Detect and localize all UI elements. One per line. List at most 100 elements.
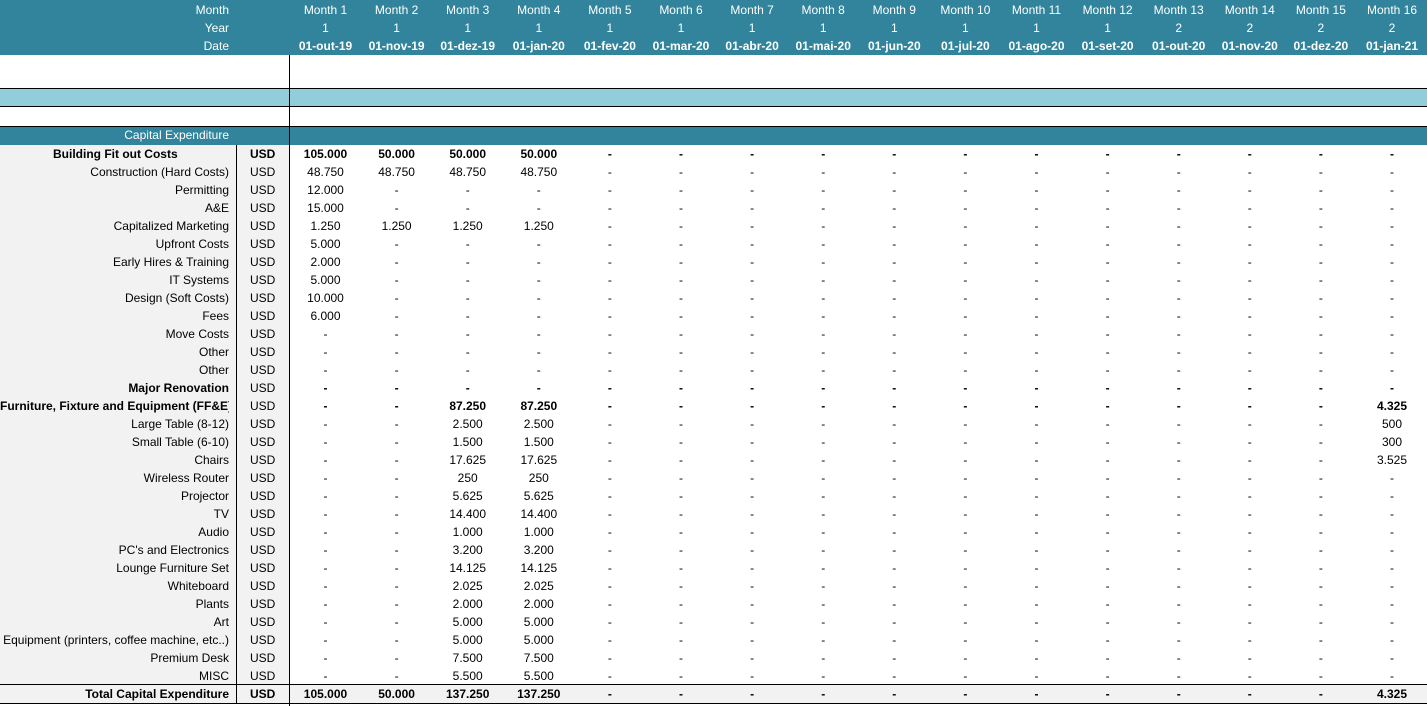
value-cell[interactable]: - bbox=[574, 289, 645, 307]
value-cell[interactable]: - bbox=[1001, 595, 1072, 613]
value-cell[interactable]: - bbox=[503, 289, 574, 307]
value-cell[interactable]: - bbox=[717, 163, 788, 181]
total-value-cell[interactable]: 50.000 bbox=[361, 685, 432, 703]
value-cell[interactable]: - bbox=[1001, 577, 1072, 595]
total-value-cell[interactable]: 137.250 bbox=[432, 685, 503, 703]
value-cell[interactable]: - bbox=[574, 613, 645, 631]
value-cell[interactable]: - bbox=[361, 541, 432, 559]
value-cell[interactable]: - bbox=[1001, 667, 1072, 685]
header-cell[interactable]: Month 1 bbox=[290, 1, 361, 19]
value-cell[interactable]: - bbox=[717, 307, 788, 325]
value-cell[interactable]: - bbox=[574, 199, 645, 217]
header-cell[interactable]: 1 bbox=[503, 19, 574, 37]
value-cell[interactable]: - bbox=[717, 469, 788, 487]
total-value-cell[interactable]: - bbox=[788, 685, 859, 703]
table-row[interactable]: Fees USD 6.000- - - - - - - - - - - - - - - bbox=[0, 307, 1427, 325]
value-cell[interactable]: - bbox=[930, 613, 1001, 631]
value-cell[interactable]: - bbox=[503, 343, 574, 361]
value-cell[interactable]: - bbox=[361, 451, 432, 469]
value-cell[interactable]: - bbox=[361, 577, 432, 595]
value-cell[interactable]: - bbox=[930, 433, 1001, 451]
value-cell[interactable]: - bbox=[503, 181, 574, 199]
value-cell[interactable]: - bbox=[1357, 523, 1427, 541]
value-cell[interactable]: 14.400 bbox=[432, 505, 503, 523]
value-cell[interactable]: - bbox=[717, 577, 788, 595]
value-cell[interactable]: - bbox=[1072, 217, 1143, 235]
value-cell[interactable]: - bbox=[1214, 199, 1285, 217]
value-cell[interactable]: - bbox=[717, 199, 788, 217]
value-cell[interactable]: - bbox=[1214, 307, 1285, 325]
header-cell[interactable]: 1 bbox=[717, 19, 788, 37]
value-cell[interactable]: - bbox=[1072, 613, 1143, 631]
table-row[interactable]: PC's and Electronics USD - -3.200 3.200- - - - -… bbox=[0, 541, 1427, 559]
value-cell[interactable]: 2.500 bbox=[503, 415, 574, 433]
value-cell[interactable]: - bbox=[788, 397, 859, 415]
value-cell[interactable]: - bbox=[930, 271, 1001, 289]
value-cell[interactable]: 5.000 bbox=[432, 613, 503, 631]
value-cell[interactable]: - bbox=[1001, 325, 1072, 343]
value-cell[interactable]: - bbox=[859, 541, 930, 559]
value-cell[interactable]: - bbox=[1143, 235, 1214, 253]
value-cell[interactable]: - bbox=[1357, 613, 1427, 631]
value-cell[interactable]: - bbox=[1001, 361, 1072, 379]
value-cell[interactable]: 3.200 bbox=[503, 541, 574, 559]
table-row[interactable]: Other USD - - - - - - - - - - - - - - - - bbox=[0, 343, 1427, 361]
value-cell[interactable]: - bbox=[290, 577, 361, 595]
value-cell[interactable]: 105.000 bbox=[290, 145, 361, 163]
value-cell[interactable]: - bbox=[788, 361, 859, 379]
value-cell[interactable]: - bbox=[1072, 577, 1143, 595]
value-cell[interactable]: - bbox=[1001, 523, 1072, 541]
value-cell[interactable]: - bbox=[290, 523, 361, 541]
value-cell[interactable]: - bbox=[574, 379, 645, 397]
table-row[interactable]: MISC USD - -5.500 5.500- - - - - - - - - - - - bbox=[0, 667, 1427, 685]
value-cell[interactable]: - bbox=[930, 451, 1001, 469]
value-cell[interactable]: - bbox=[859, 433, 930, 451]
value-cell[interactable]: - bbox=[290, 451, 361, 469]
value-cell[interactable]: - bbox=[717, 235, 788, 253]
value-cell[interactable]: - bbox=[859, 181, 930, 199]
value-cell[interactable]: - bbox=[859, 469, 930, 487]
value-cell[interactable]: 3.525 bbox=[1357, 451, 1427, 469]
value-cell[interactable]: - bbox=[503, 271, 574, 289]
value-cell[interactable]: - bbox=[1285, 559, 1356, 577]
value-cell[interactable]: - bbox=[930, 577, 1001, 595]
value-cell[interactable]: - bbox=[930, 199, 1001, 217]
total-value-cell[interactable]: - bbox=[1143, 685, 1214, 703]
value-cell[interactable]: 4.325 bbox=[1357, 397, 1427, 415]
value-cell[interactable]: - bbox=[1001, 343, 1072, 361]
value-cell[interactable]: 500 bbox=[1357, 415, 1427, 433]
value-cell[interactable]: - bbox=[1072, 649, 1143, 667]
value-cell[interactable]: - bbox=[859, 343, 930, 361]
value-cell[interactable]: - bbox=[574, 217, 645, 235]
value-cell[interactable]: - bbox=[361, 235, 432, 253]
header-cell[interactable]: 1 bbox=[361, 19, 432, 37]
value-cell[interactable]: - bbox=[1214, 397, 1285, 415]
value-cell[interactable]: - bbox=[574, 577, 645, 595]
value-cell[interactable]: - bbox=[1214, 163, 1285, 181]
value-cell[interactable]: - bbox=[1001, 307, 1072, 325]
value-cell[interactable]: 48.750 bbox=[290, 163, 361, 181]
value-cell[interactable]: - bbox=[1214, 451, 1285, 469]
header-cell[interactable]: 2 bbox=[1285, 19, 1356, 37]
value-cell[interactable]: - bbox=[1072, 199, 1143, 217]
value-cell[interactable]: - bbox=[361, 523, 432, 541]
value-cell[interactable]: 87.250 bbox=[432, 397, 503, 415]
value-cell[interactable]: - bbox=[1143, 289, 1214, 307]
value-cell[interactable]: - bbox=[1357, 163, 1427, 181]
value-cell[interactable]: - bbox=[930, 487, 1001, 505]
value-cell[interactable]: - bbox=[1357, 649, 1427, 667]
value-cell[interactable]: - bbox=[646, 469, 717, 487]
value-cell[interactable]: - bbox=[646, 397, 717, 415]
value-cell[interactable]: - bbox=[290, 379, 361, 397]
table-row[interactable]: Early Hires & Training USD 2.000- - - - - - - - - -… bbox=[0, 253, 1427, 271]
value-cell[interactable]: 5.625 bbox=[432, 487, 503, 505]
value-cell[interactable]: 12.000 bbox=[290, 181, 361, 199]
value-cell[interactable]: - bbox=[859, 199, 930, 217]
value-cell[interactable]: - bbox=[574, 253, 645, 271]
value-cell[interactable]: - bbox=[1143, 523, 1214, 541]
value-cell[interactable]: - bbox=[290, 631, 361, 649]
value-cell[interactable]: - bbox=[1357, 253, 1427, 271]
value-cell[interactable]: - bbox=[574, 667, 645, 685]
table-row[interactable]: Whiteboard USD - -2.025 2.025- - - - - - - - - - - - bbox=[0, 577, 1427, 595]
value-cell[interactable]: - bbox=[1143, 397, 1214, 415]
